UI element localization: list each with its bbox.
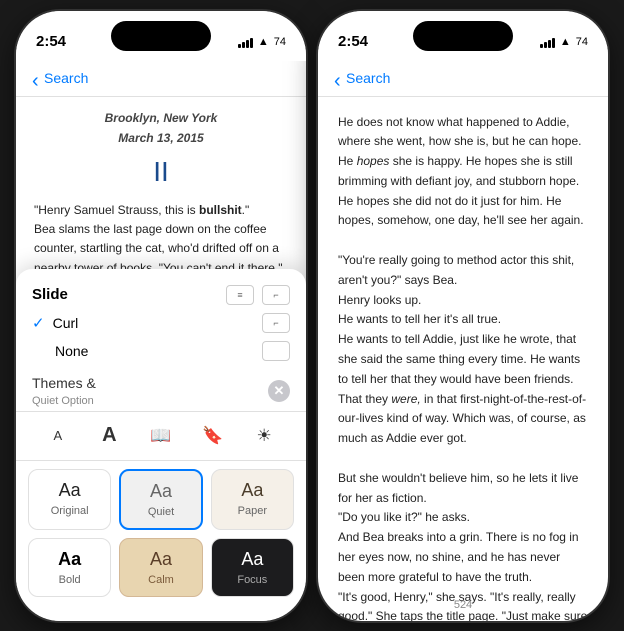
theme-paper[interactable]: Aa Paper (211, 469, 294, 530)
book-icon: 📖 (150, 426, 171, 446)
themes-label: Themes & Quiet Option (32, 375, 96, 407)
theme-calm-label: Calm (148, 574, 174, 586)
theme-original-label: Original (51, 505, 89, 517)
right-back-button[interactable]: Search (334, 70, 390, 86)
bookmark-button[interactable]: 🔖 (195, 418, 231, 454)
page-number: 524 (450, 595, 476, 615)
close-button[interactable]: ✕ (268, 380, 290, 402)
book-para-1: "Henry Samuel Strauss, this is bullshit.… (34, 201, 288, 220)
curl-check-icon: ✓ (32, 314, 45, 332)
chevron-left-icon (32, 71, 40, 85)
left-phone: 2:54 ▲ 74 Search Brooklyn, New York Marc… (16, 11, 306, 621)
signal-bars (238, 36, 253, 48)
theme-paper-label: Paper (238, 505, 267, 517)
battery-label: 74 (274, 36, 286, 48)
left-nav-bar: Search (16, 61, 306, 97)
right-battery-label: 74 (576, 36, 588, 48)
none-option-label: None (55, 343, 262, 359)
dynamic-island (111, 21, 211, 51)
right-book-content: He does not know what happened to Addie,… (318, 97, 608, 621)
left-back-label: Search (44, 70, 88, 86)
right-phone: 2:54 ▲ 74 Search He does not know what h… (318, 11, 608, 621)
theme-bold-preview: Aa (58, 549, 81, 570)
right-chevron-left-icon (334, 71, 342, 85)
theme-focus-preview: Aa (241, 549, 263, 570)
right-wifi-icon: ▲ (560, 36, 571, 48)
reading-toolbar: A A 📖 🔖 ☀ (16, 411, 306, 461)
right-nav-bar: Search (318, 61, 608, 97)
book-location: Brooklyn, New York (34, 109, 288, 128)
slide-section-label: Slide (32, 286, 68, 303)
right-book-text: He does not know what happened to Addie,… (338, 113, 588, 621)
theme-calm-preview: Aa (150, 549, 172, 570)
book-chapter: II (34, 150, 288, 193)
book-icon-button[interactable]: 📖 (143, 418, 179, 454)
theme-quiet-preview: Aa (150, 481, 172, 502)
phones-container: 2:54 ▲ 74 Search Brooklyn, New York Marc… (16, 11, 608, 621)
theme-focus[interactable]: Aa Focus (211, 538, 294, 597)
right-status-icons: ▲ 74 (540, 36, 588, 48)
brightness-button[interactable]: ☀ (246, 418, 282, 454)
theme-calm[interactable]: Aa Calm (119, 538, 202, 597)
theme-original-preview: Aa (59, 480, 81, 501)
right-dynamic-island (413, 21, 513, 51)
theme-bold[interactable]: Aa Bold (28, 538, 111, 597)
theme-quiet-label: Quiet (148, 506, 174, 518)
right-time: 2:54 (338, 33, 368, 50)
left-back-button[interactable]: Search (32, 70, 88, 86)
wifi-icon: ▲ (258, 36, 269, 48)
theme-focus-label: Focus (237, 574, 267, 586)
right-signal-bars (540, 36, 555, 48)
theme-original[interactable]: Aa Original (28, 469, 111, 530)
left-time: 2:54 (36, 33, 66, 50)
left-status-icons: ▲ 74 (238, 36, 286, 48)
themes-section-header: Themes & Quiet Option ✕ (16, 371, 306, 411)
curl-option-label: Curl (53, 315, 262, 331)
theme-bold-label: Bold (59, 574, 81, 586)
theme-quiet[interactable]: Aa Quiet (119, 469, 202, 530)
brightness-icon: ☀ (257, 426, 272, 446)
book-date: March 13, 2015 (34, 129, 288, 148)
theme-grid: Aa Original Aa Quiet Aa Paper Aa Bold Aa (16, 461, 306, 605)
font-large-button[interactable]: A (91, 418, 127, 454)
bookmark-icon: 🔖 (202, 426, 223, 446)
right-back-label: Search (346, 70, 390, 86)
theme-paper-preview: Aa (241, 480, 263, 501)
font-small-button[interactable]: A (40, 418, 76, 454)
overlay-panel: Slide ≡ ⌐ ✓ Curl ⌐ None (16, 269, 306, 621)
